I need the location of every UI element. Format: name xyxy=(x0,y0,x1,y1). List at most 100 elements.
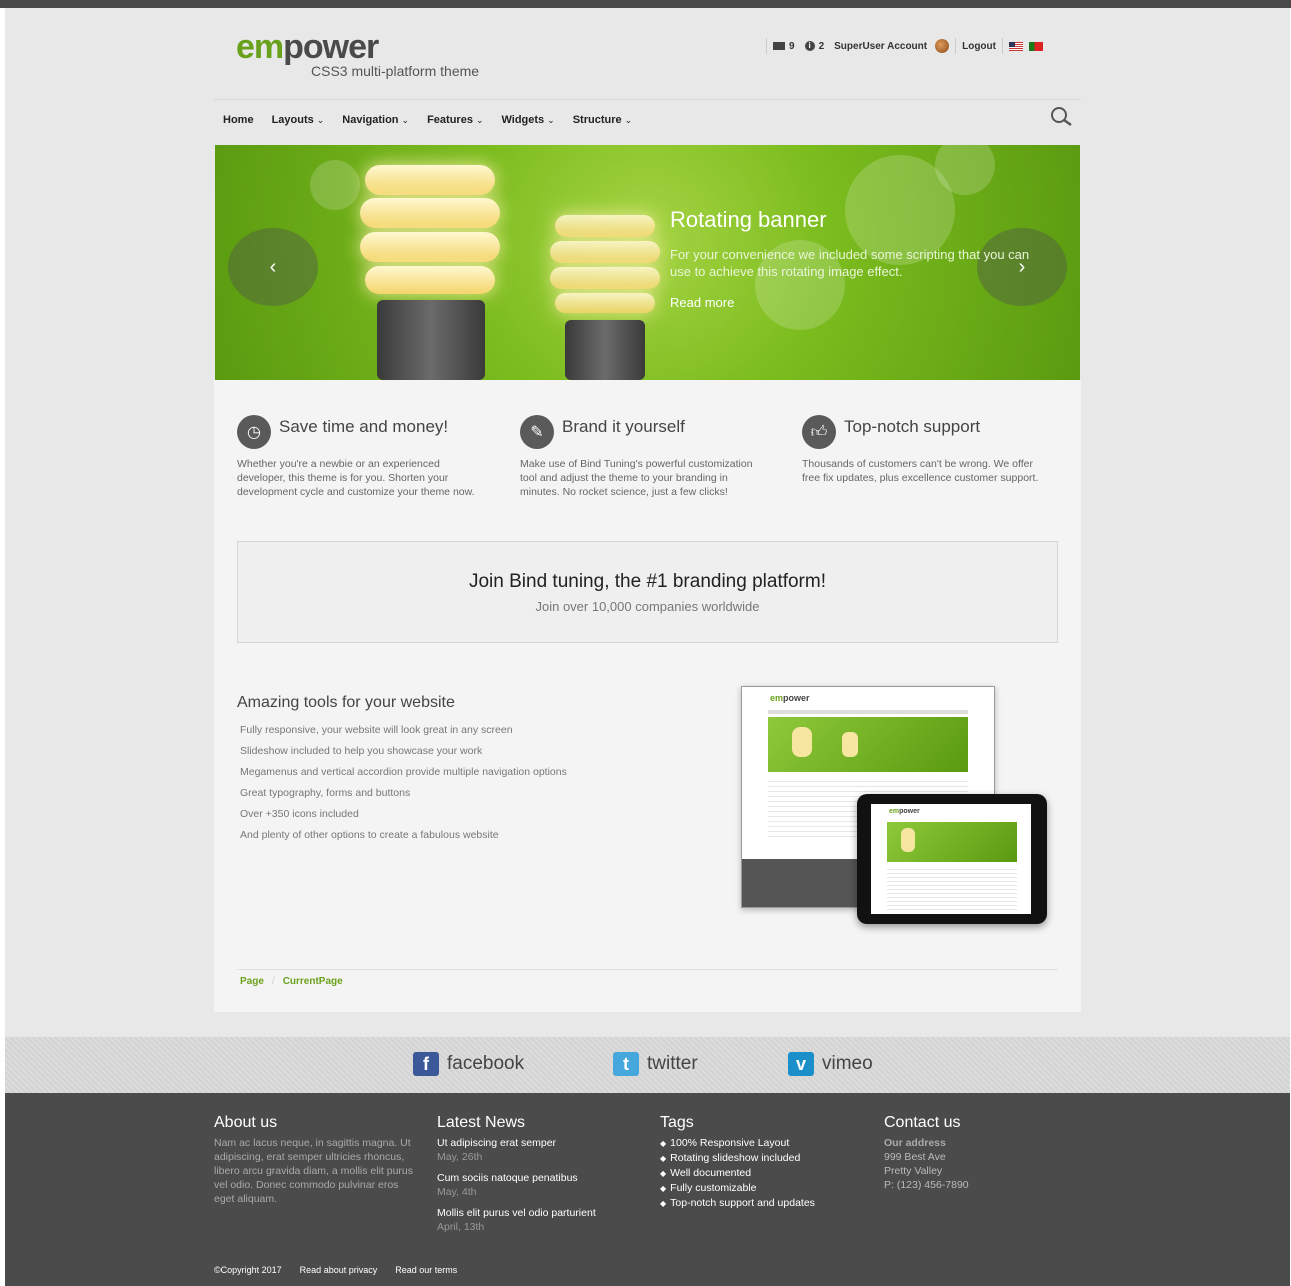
twitter-link[interactable]: t twitter xyxy=(613,1052,698,1076)
magic-wand-icon: ✎ xyxy=(520,415,554,449)
list-item: Megamenus and vertical accordion provide… xyxy=(240,766,567,778)
nav-item-features[interactable]: Features ⌄ xyxy=(427,114,483,126)
divider xyxy=(237,969,1058,970)
list-item: And plenty of other options to create a … xyxy=(240,829,499,841)
banner-text: For your convenience we included some sc… xyxy=(670,247,1030,279)
nav-item-navigation[interactable]: Navigation ⌄ xyxy=(342,114,409,126)
divider xyxy=(1001,38,1003,54)
flag-us-icon[interactable] xyxy=(1008,41,1023,51)
nav-item-structure[interactable]: Structure ⌄ xyxy=(573,114,632,126)
notifications-link[interactable]: i2 xyxy=(804,41,824,52)
tools-title: Amazing tools for your website xyxy=(237,694,455,711)
bulb-image xyxy=(355,160,505,380)
chevron-down-icon: ⌄ xyxy=(475,115,484,125)
chevron-down-icon: ⌄ xyxy=(401,115,410,125)
tag-link[interactable]: Top-notch support and updates xyxy=(660,1196,870,1211)
divider xyxy=(955,38,957,54)
chevron-down-icon: ⌄ xyxy=(316,115,325,125)
footer-tags: Tags 100% Responsive Layout Rotating sli… xyxy=(660,1114,870,1211)
contact-phone: P: (123) 456-7890 xyxy=(884,1179,969,1191)
feature-title: Top-notch support xyxy=(844,417,981,436)
footer-heading: Tags xyxy=(660,1114,694,1131)
facebook-link[interactable]: f facebook xyxy=(413,1052,524,1076)
tag-link[interactable]: Fully customizable xyxy=(660,1181,870,1196)
news-link[interactable]: Ut adipiscing erat semper xyxy=(437,1136,647,1150)
footer-news: Latest News Ut adipiscing erat semper Ma… xyxy=(437,1114,647,1241)
logout-link[interactable]: Logout xyxy=(962,41,996,52)
breadcrumb: Page / CurrentPage xyxy=(240,976,343,987)
list-item: Fully responsive, your website will look… xyxy=(240,724,513,736)
list-item: Over +350 icons included xyxy=(240,808,359,820)
chevron-left-icon: ‹ xyxy=(269,255,277,278)
feature-text: Whether you're a newbie or an experience… xyxy=(237,458,475,498)
nav-item-widgets[interactable]: Widgets ⌄ xyxy=(501,114,554,126)
banner-title: Rotating banner xyxy=(670,207,827,232)
account-link[interactable]: SuperUser Account xyxy=(834,41,927,52)
user-bar: 9 i2 SuperUser Account Logout xyxy=(760,38,1043,54)
clock-icon: ◷ xyxy=(237,415,271,449)
chevron-down-icon: ⌄ xyxy=(547,115,555,125)
breadcrumb-page-link[interactable]: Page xyxy=(240,976,264,987)
banner-prev-button[interactable]: ‹ xyxy=(228,228,318,306)
logo[interactable]: empower xyxy=(236,28,379,67)
vimeo-link[interactable]: v vimeo xyxy=(788,1052,873,1076)
logo-tagline: CSS3 multi-platform theme xyxy=(311,63,480,79)
join-title: Join Bind tuning, the #1 branding platfo… xyxy=(468,571,826,592)
tools-list: Fully responsive, your website will look… xyxy=(240,724,567,850)
join-callout: Join Bind tuning, the #1 branding platfo… xyxy=(237,541,1058,643)
news-date: May, 4th xyxy=(437,1186,477,1198)
vimeo-icon: v xyxy=(788,1052,814,1076)
rotating-banner: ‹ › Rotating banner For your convenience… xyxy=(215,145,1080,380)
search-icon[interactable] xyxy=(1050,106,1072,128)
footer-heading: About us xyxy=(214,1114,278,1131)
tag-link[interactable]: Rotating slideshow included xyxy=(660,1151,870,1166)
top-strip xyxy=(0,0,1291,8)
news-link[interactable]: Cum sociis natoque penatibus xyxy=(437,1171,647,1185)
thumbs-up-icon: 👍︎ xyxy=(802,415,836,449)
nav-item-home[interactable]: Home xyxy=(223,114,254,126)
news-date: April, 13th xyxy=(437,1221,485,1233)
chevron-down-icon: ⌄ xyxy=(624,115,633,125)
footer-contact: Contact us Our address 999 Best Ave Pret… xyxy=(884,1114,1094,1192)
bokeh-decoration xyxy=(310,160,360,210)
join-subtitle: Join over 10,000 companies worldwide xyxy=(535,599,760,614)
feature-title: Save time and money! xyxy=(279,417,449,436)
footer-heading: Contact us xyxy=(884,1114,961,1131)
divider xyxy=(214,99,1081,100)
footer xyxy=(5,1093,1290,1286)
banner-read-more-link[interactable]: Read more xyxy=(670,295,734,310)
divider xyxy=(766,38,767,54)
contact-label: Our address xyxy=(884,1137,946,1149)
terms-link[interactable]: Read our terms xyxy=(395,1265,457,1275)
messages-link[interactable]: 9 xyxy=(773,41,795,52)
news-link[interactable]: Mollis elit purus vel odio parturient xyxy=(437,1206,647,1220)
list-item: Slideshow included to help you showcase … xyxy=(240,745,483,757)
footer-about: About us Nam ac lacus neque, in sagittis… xyxy=(214,1114,414,1206)
contact-address: Pretty Valley xyxy=(884,1165,943,1177)
contact-address: 999 Best Ave xyxy=(884,1151,946,1163)
info-icon: i xyxy=(804,41,815,51)
news-date: May, 26th xyxy=(437,1151,483,1163)
nav-item-layouts[interactable]: Layouts ⌄ xyxy=(272,114,325,126)
tag-link[interactable]: Well documented xyxy=(660,1166,870,1181)
avatar[interactable] xyxy=(935,39,950,53)
list-item: Great typography, forms and buttons xyxy=(240,787,411,799)
footer-about-text: Nam ac lacus neque, in sagittis magna. U… xyxy=(214,1137,414,1205)
flag-portugal-icon[interactable] xyxy=(1028,41,1043,51)
copyright-text: ©Copyright 2017 xyxy=(214,1265,282,1275)
footer-heading: Latest News xyxy=(437,1114,526,1131)
footer-bottom: ©Copyright 2017 Read about privacy Read … xyxy=(214,1265,457,1275)
bulb-image xyxy=(550,210,660,380)
tag-link[interactable]: 100% Responsive Layout xyxy=(660,1136,870,1151)
feature-title: Brand it yourself xyxy=(562,417,685,436)
tablet-mockup-image: empower xyxy=(857,794,1047,924)
privacy-link[interactable]: Read about privacy xyxy=(300,1265,378,1275)
facebook-icon: f xyxy=(413,1052,439,1076)
main-nav: Home Layouts ⌄ Navigation ⌄ Features ⌄ Widg… xyxy=(223,114,632,126)
breadcrumb-current[interactable]: CurrentPage xyxy=(283,976,343,987)
feature-text: Make use of Bind Tuning's powerful custo… xyxy=(520,458,753,498)
breadcrumb-separator: / xyxy=(271,976,275,987)
envelope-icon xyxy=(773,42,785,50)
feature-text: Thousands of customers can't be wrong. W… xyxy=(802,458,1039,484)
twitter-icon: t xyxy=(613,1052,639,1076)
